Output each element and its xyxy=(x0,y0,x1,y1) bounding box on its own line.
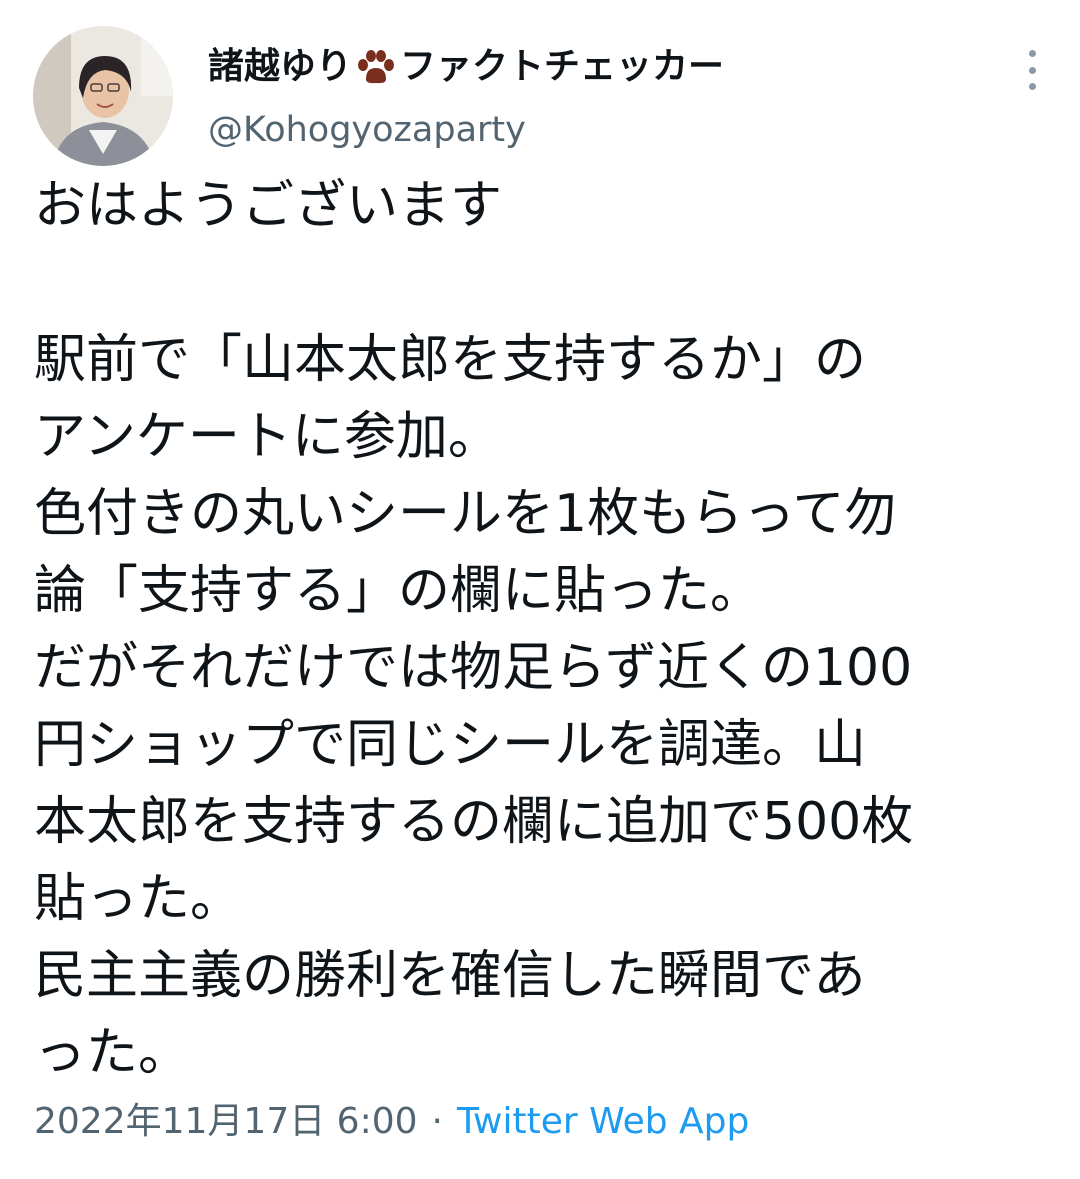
tweet-line: 円ショップで同じシールを調達。山 xyxy=(34,715,867,775)
more-dot xyxy=(1028,66,1036,74)
profile-photo-icon xyxy=(33,26,173,166)
display-name-suffix: ファクトチェッカー xyxy=(400,46,725,87)
tweet-line: アンケートに参加。 xyxy=(34,407,500,467)
avatar[interactable] xyxy=(33,26,173,166)
tweet-line: 貼った。 xyxy=(34,869,243,929)
user-handle[interactable]: @Kohogyozaparty xyxy=(208,108,526,152)
tweet-text: おはようございます 駅前で「山本太郎を支持するか」の アンケートに参加。 色付き… xyxy=(34,168,1054,1092)
paw-icon xyxy=(354,46,396,88)
tweet-line: 論「支持する」の欄に貼った。 xyxy=(34,561,763,621)
display-name[interactable]: 諸越ゆり ファクトチェッカー xyxy=(208,44,724,90)
tweet-meta: 2022年11月17日 6:00 · Twitter Web App xyxy=(34,1098,749,1146)
display-name-text: 諸越ゆり xyxy=(208,46,353,87)
timestamp[interactable]: 2022年11月17日 6:00 xyxy=(34,1101,418,1142)
tweet-line: 駅前で「山本太郎を支持するか」の xyxy=(34,330,867,390)
more-vertical-icon[interactable] xyxy=(1017,50,1047,90)
tweet-line xyxy=(34,245,1054,322)
source-link[interactable]: Twitter Web App xyxy=(457,1101,749,1142)
tweet-line: 民主主義の勝利を確信した瞬間であ xyxy=(34,946,866,1006)
tweet-line: 色付きの丸いシールを1枚もらって勿 xyxy=(34,484,897,544)
tweet-line: だがそれだけでは物足らず近くの100 xyxy=(34,638,913,698)
more-dot xyxy=(1028,50,1036,57)
tweet-header: 諸越ゆり ファクトチェッカー @Kohogyozaparty xyxy=(33,26,1047,166)
tweet-line: 本太郎を支持するの欄に追加で500枚 xyxy=(34,792,914,852)
meta-separator: · xyxy=(431,1101,443,1142)
tweet-line: った。 xyxy=(34,1023,191,1083)
more-dot xyxy=(1028,83,1036,90)
tweet-line: おはようございます xyxy=(34,176,503,236)
